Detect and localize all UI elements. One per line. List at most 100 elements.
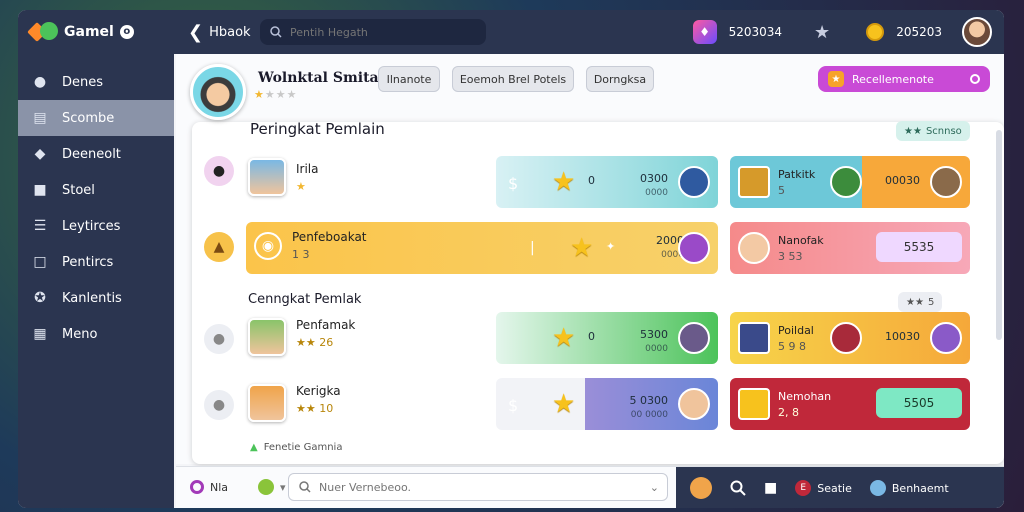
sidebar-item-deeneolt[interactable]: ◆ Deeneolt — [18, 136, 174, 172]
player-avatar[interactable] — [248, 384, 286, 422]
badge-section2[interactable]: ★★ 5 — [898, 292, 943, 312]
chip-dorngksa[interactable]: Dorngksa — [586, 66, 654, 92]
chip-eoemoh[interactable]: Eoemoh Brel Potels — [452, 66, 574, 92]
top-search-input[interactable] — [290, 25, 470, 39]
reward-card[interactable]: Poildal 5 9 8 10030 — [730, 312, 970, 364]
nav-item-seatie[interactable]: E Seatie — [795, 480, 852, 496]
lock-icon: ■ — [33, 182, 47, 198]
top-bar: Gamel o ❮ Hbaok ♦ 5203034 ★ 205203 — [18, 10, 1004, 54]
back-button[interactable]: ❮ Hbaok — [188, 22, 260, 43]
e-icon: E — [795, 480, 812, 496]
reward-card[interactable]: Nanofak 3 53 5535 — [730, 222, 970, 274]
shield-icon: ◉ — [254, 232, 282, 260]
top-stats: ♦ 5203034 ★ 205203 — [692, 10, 992, 54]
character-icon — [738, 232, 770, 264]
reward-value: 00030 — [885, 174, 920, 187]
top-search[interactable] — [260, 19, 486, 45]
star-icon: ★ — [552, 323, 576, 353]
highlight-row[interactable]: ◉ Penfeboakat 1 3 | ★ ✦ 2000 0000 — [246, 222, 718, 274]
gold-icon — [738, 388, 770, 420]
player-name: Penfamak — [296, 318, 356, 332]
character-icon — [678, 388, 710, 420]
user-icon: ● — [33, 74, 47, 90]
star-icon: ★ — [570, 233, 594, 263]
score-card[interactable]: $ ★ 5 0300 00 0000 — [496, 378, 718, 430]
sidebar-item-kanlentis[interactable]: ✪ Kanlentis — [18, 280, 174, 316]
rank-icon: ● — [204, 390, 234, 420]
dragon-icon — [830, 166, 862, 198]
reward-name: Patkitk — [778, 168, 816, 181]
user-avatar[interactable] — [962, 17, 992, 47]
avatar-icon[interactable] — [690, 477, 712, 499]
gem-icon[interactable]: ♦ — [692, 20, 717, 44]
gem-count: 5203034 — [728, 25, 783, 39]
bottom-search-input[interactable] — [319, 480, 619, 494]
card-icon: ▤ — [33, 110, 47, 126]
scrollbar[interactable] — [996, 130, 1002, 340]
sidebar-item-scombe[interactable]: ▤ Scombe — [18, 100, 174, 136]
recommend-button[interactable]: ★ Recellemenote — [818, 66, 990, 92]
app-logo[interactable]: Gamel o — [18, 22, 174, 42]
rank-icon: ▲ — [204, 232, 234, 262]
reward-sub: 3 53 — [778, 250, 803, 263]
chevron-down-icon[interactable]: ⌄ — [650, 481, 659, 494]
sidebar-item-label: Leytirces — [62, 218, 121, 234]
search-icon — [299, 481, 311, 493]
emoji-icon — [258, 479, 275, 495]
character-icon — [678, 232, 710, 264]
nav-item-benhaemt[interactable]: Benhaemt — [869, 480, 949, 496]
player-stars: ★★ 10 — [296, 402, 334, 415]
puzzle-icon: ✪ — [34, 290, 46, 306]
card-value: 0300 — [640, 172, 668, 185]
recommend-label: Recellemenote — [852, 72, 934, 86]
sidebar-item-leytirces[interactable]: ☰ Leytirces — [18, 208, 174, 244]
bag-icon[interactable]: ■ — [764, 480, 777, 496]
card-sub: 00 0000 — [630, 410, 668, 420]
player-name: Penfeboakat — [292, 230, 367, 244]
sidebar-item-denes[interactable]: ● Denes — [18, 64, 174, 100]
chip-ilnanote[interactable]: Ilnanote — [378, 66, 440, 92]
player-stars: ★ — [296, 180, 306, 193]
player-avatar[interactable] — [248, 318, 286, 356]
sidebar-item-label: Kanlentis — [62, 290, 122, 306]
star-icon: ★ — [552, 389, 576, 419]
sidebar-item-label: Scombe — [62, 110, 115, 126]
sidebar-item-label: Stoel — [62, 182, 95, 198]
player-avatar[interactable] — [248, 158, 286, 196]
sidebar-item-meno[interactable]: ▦ Meno — [18, 316, 174, 352]
card-mark: 0 — [588, 174, 595, 187]
bottom-search[interactable]: ⌄ — [288, 473, 668, 501]
score-card[interactable]: ★ 0 5300 0000 — [496, 312, 718, 364]
card-value: 5 0300 — [629, 394, 669, 407]
bottom-bar: Nla ▾ ⌄ ■ E Seatie Benhaemt — [176, 466, 1004, 508]
score-card[interactable]: $ ★ 0 0300 0000 — [496, 156, 718, 208]
reward-sub: 5 9 8 — [778, 340, 806, 353]
profile-avatar[interactable] — [190, 64, 246, 120]
star-icon: ★ — [552, 167, 576, 197]
coin-icon — [866, 23, 885, 41]
back-label: Hbaok — [209, 24, 251, 40]
logo-badge: o — [119, 25, 134, 39]
character-icon — [678, 322, 710, 354]
star-icon[interactable]: ★ — [814, 22, 830, 43]
sidebar-item-stoel[interactable]: ■ Stoel — [18, 172, 174, 208]
claim-button[interactable]: 5505 — [876, 388, 962, 418]
bottom-left[interactable]: Nla ▾ — [190, 479, 286, 495]
sidebar-item-pentircs[interactable]: □ Pentircs — [18, 244, 174, 280]
claim-button[interactable]: 5535 — [876, 232, 962, 262]
reward-card[interactable]: Patkitk 5 00030 — [730, 156, 970, 208]
reward-value: 10030 — [885, 330, 920, 343]
sidebar-item-label: Denes — [62, 74, 104, 90]
stars-icon: ★★ — [906, 296, 924, 308]
search-icon[interactable] — [730, 480, 746, 496]
badge-scnnso[interactable]: ★★ Scnnso — [896, 121, 970, 141]
character-icon — [678, 166, 710, 198]
grid-icon: ▦ — [33, 326, 47, 342]
character-icon — [930, 166, 962, 198]
reward-sub: 5 — [778, 184, 785, 197]
ring-icon — [970, 74, 980, 84]
reward-card[interactable]: Nemohan 2, 8 5505 — [730, 378, 970, 430]
chevron-down-icon: ▾ — [280, 480, 286, 494]
profile-rating: ★★★★ — [254, 88, 298, 101]
sidebar-item-label: Pentircs — [62, 254, 114, 270]
